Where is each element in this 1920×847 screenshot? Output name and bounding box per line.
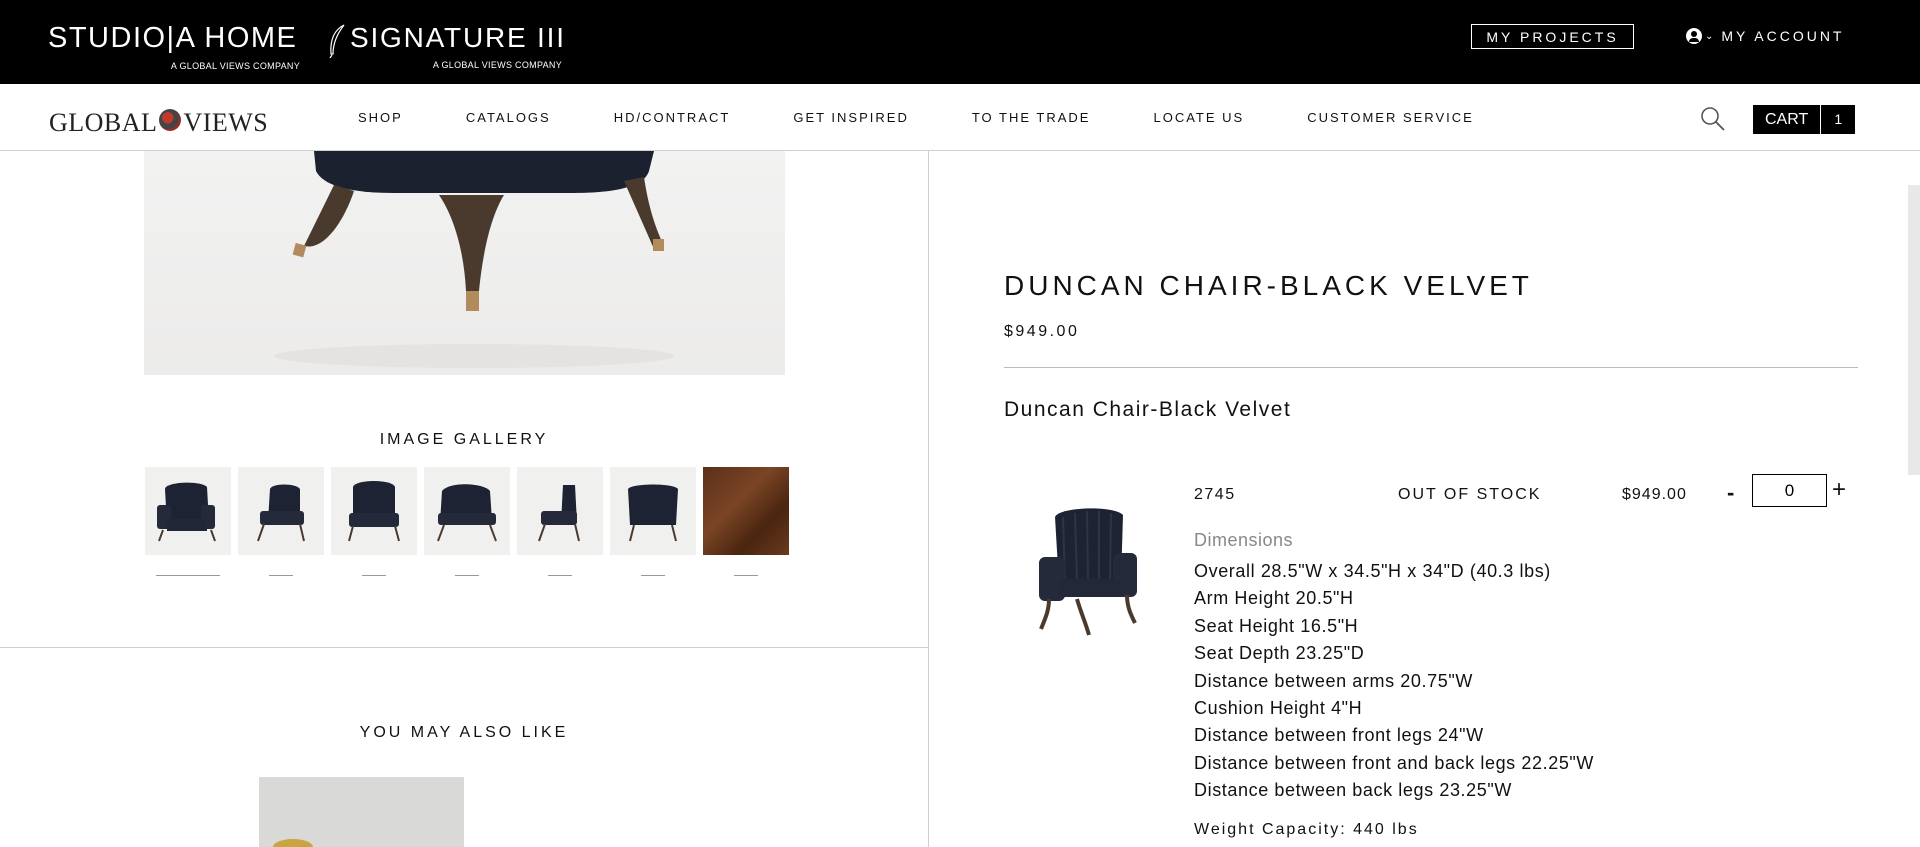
top-bar: STUDIO|A HOME A GLOBAL VIEWS COMPANY SIG… [0, 0, 1920, 84]
dimension-item: Overall 28.5"W x 34.5"H x 34"D (40.3 lbs… [1194, 561, 1551, 581]
dimension-item: Distance between front and back legs 22.… [1194, 752, 1595, 773]
global-views-logo[interactable]: GLOBAL VIEWS [49, 108, 268, 138]
dimension-item: Distance between arms 20.75"W [1194, 670, 1473, 691]
feather-icon [328, 24, 348, 65]
main-nav: GLOBAL VIEWS SHOP CATALOGS HD/CONTRACT G… [0, 84, 1920, 151]
search-icon[interactable] [1700, 106, 1726, 132]
title-divider [1004, 367, 1858, 368]
signature-iii-logo[interactable]: SIGNATURE III A GLOBAL VIEWS COMPANY [328, 22, 564, 70]
product-title: DUNCAN CHAIR-BLACK VELVET [1004, 270, 1533, 301]
nav-item-locate-us[interactable]: LOCATE US [1153, 110, 1244, 125]
nav-item-get-inspired[interactable]: GET INSPIRED [793, 110, 909, 125]
gallery-thumbnail[interactable] [238, 467, 324, 555]
variant-thumbnail [1015, 495, 1155, 645]
nav-menu: SHOP CATALOGS HD/CONTRACT GET INSPIRED T… [358, 110, 1537, 125]
nav-item-hd-contract[interactable]: HD/CONTRACT [614, 110, 731, 125]
cart-label: CART [1765, 111, 1809, 128]
signature-iii-name: SIGNATURE III [350, 22, 566, 53]
my-account-label: MY ACCOUNT [1721, 28, 1845, 44]
studio-a-home-subtitle: A GLOBAL VIEWS COMPANY [170, 61, 300, 71]
dimension-item: Seat Height 16.5"H [1194, 615, 1359, 636]
signature-iii-name-wrap: SIGNATURE III [328, 22, 564, 59]
dimension-item: Seat Depth 23.25"D [1194, 643, 1365, 664]
gallery-thumbnail[interactable] [610, 467, 696, 555]
page-scrollbar[interactable] [1908, 185, 1920, 475]
variant-sku: 2745 [1194, 486, 1236, 503]
gallery-thumbnail[interactable] [331, 467, 417, 555]
dimension-item: Distance between back legs 23.25"W [1194, 780, 1512, 801]
stock-status: OUT OF STOCK [1398, 486, 1542, 503]
gallery-thumbnail[interactable] [145, 467, 231, 555]
studio-a-home-name: STUDIO|A HOME [48, 22, 298, 54]
gallery-dot[interactable] [424, 575, 510, 576]
logo-text-left: GLOBAL [49, 108, 158, 137]
globe-icon [159, 109, 182, 131]
column-divider [928, 151, 929, 847]
gallery-dot-active[interactable] [145, 575, 231, 576]
product-main-image[interactable] [144, 151, 785, 375]
dimensions-label: Dimensions [1194, 530, 1294, 550]
gallery-thumbnail-wood-finish[interactable] [703, 467, 789, 555]
quantity-increase-button[interactable]: + [1832, 476, 1846, 504]
my-projects-button[interactable]: MY PROJECTS [1471, 24, 1634, 49]
chevron-down-icon: ⌄ [1705, 30, 1717, 42]
gallery-thumbnail[interactable] [517, 467, 603, 555]
my-account-menu[interactable]: ⌄ MY ACCOUNT [1686, 28, 1844, 44]
dimension-item: Arm Height 20.5"H [1194, 588, 1354, 609]
variant-price: $949.00 [1622, 486, 1687, 503]
dimension-item: Distance between front legs 24"W [1194, 725, 1484, 746]
recommended-product-image[interactable] [259, 777, 464, 847]
studio-a-home-logo[interactable]: STUDIO|A HOME A GLOBAL VIEWS COMPANY [48, 22, 300, 71]
nav-item-catalogs[interactable]: CATALOGS [466, 110, 551, 125]
you-may-also-like-title: YOU MAY ALSO LIKE [359, 724, 569, 741]
quantity-input[interactable] [1752, 474, 1827, 507]
product-subtitle: Duncan Chair-Black Velvet [1004, 398, 1292, 421]
image-gallery-title: IMAGE GALLERY [379, 431, 549, 448]
image-gallery-thumbnails [145, 467, 789, 555]
section-divider [0, 647, 928, 648]
signature-iii-subtitle: A GLOBAL VIEWS COMPANY [432, 60, 562, 70]
gallery-dot[interactable] [703, 575, 789, 576]
nav-item-shop[interactable]: SHOP [358, 110, 403, 125]
product-price: $949.00 [1004, 323, 1080, 340]
user-icon [1686, 28, 1702, 44]
gallery-dot[interactable] [517, 575, 603, 576]
logo-text-right: VIEWS [183, 108, 269, 137]
nav-item-customer-service[interactable]: CUSTOMER SERVICE [1307, 110, 1474, 125]
gallery-dot[interactable] [238, 575, 324, 576]
quantity-decrease-button[interactable]: - [1727, 480, 1734, 506]
gallery-thumbnail[interactable] [424, 467, 510, 555]
nav-item-to-the-trade[interactable]: TO THE TRADE [972, 110, 1091, 125]
dimension-item: Cushion Height 4"H [1194, 697, 1363, 718]
dimensions-list: Overall 28.5"W x 34.5"H x 34"D (40.3 lbs… [1194, 558, 1594, 805]
cart-button[interactable]: CART 1 [1753, 105, 1856, 134]
gallery-dot[interactable] [610, 575, 696, 576]
cart-count-badge: 1 [1820, 105, 1855, 134]
gallery-pagination [145, 575, 789, 576]
gallery-dot[interactable] [331, 575, 417, 576]
weight-capacity: Weight Capacity: 440 lbs [1194, 821, 1419, 838]
